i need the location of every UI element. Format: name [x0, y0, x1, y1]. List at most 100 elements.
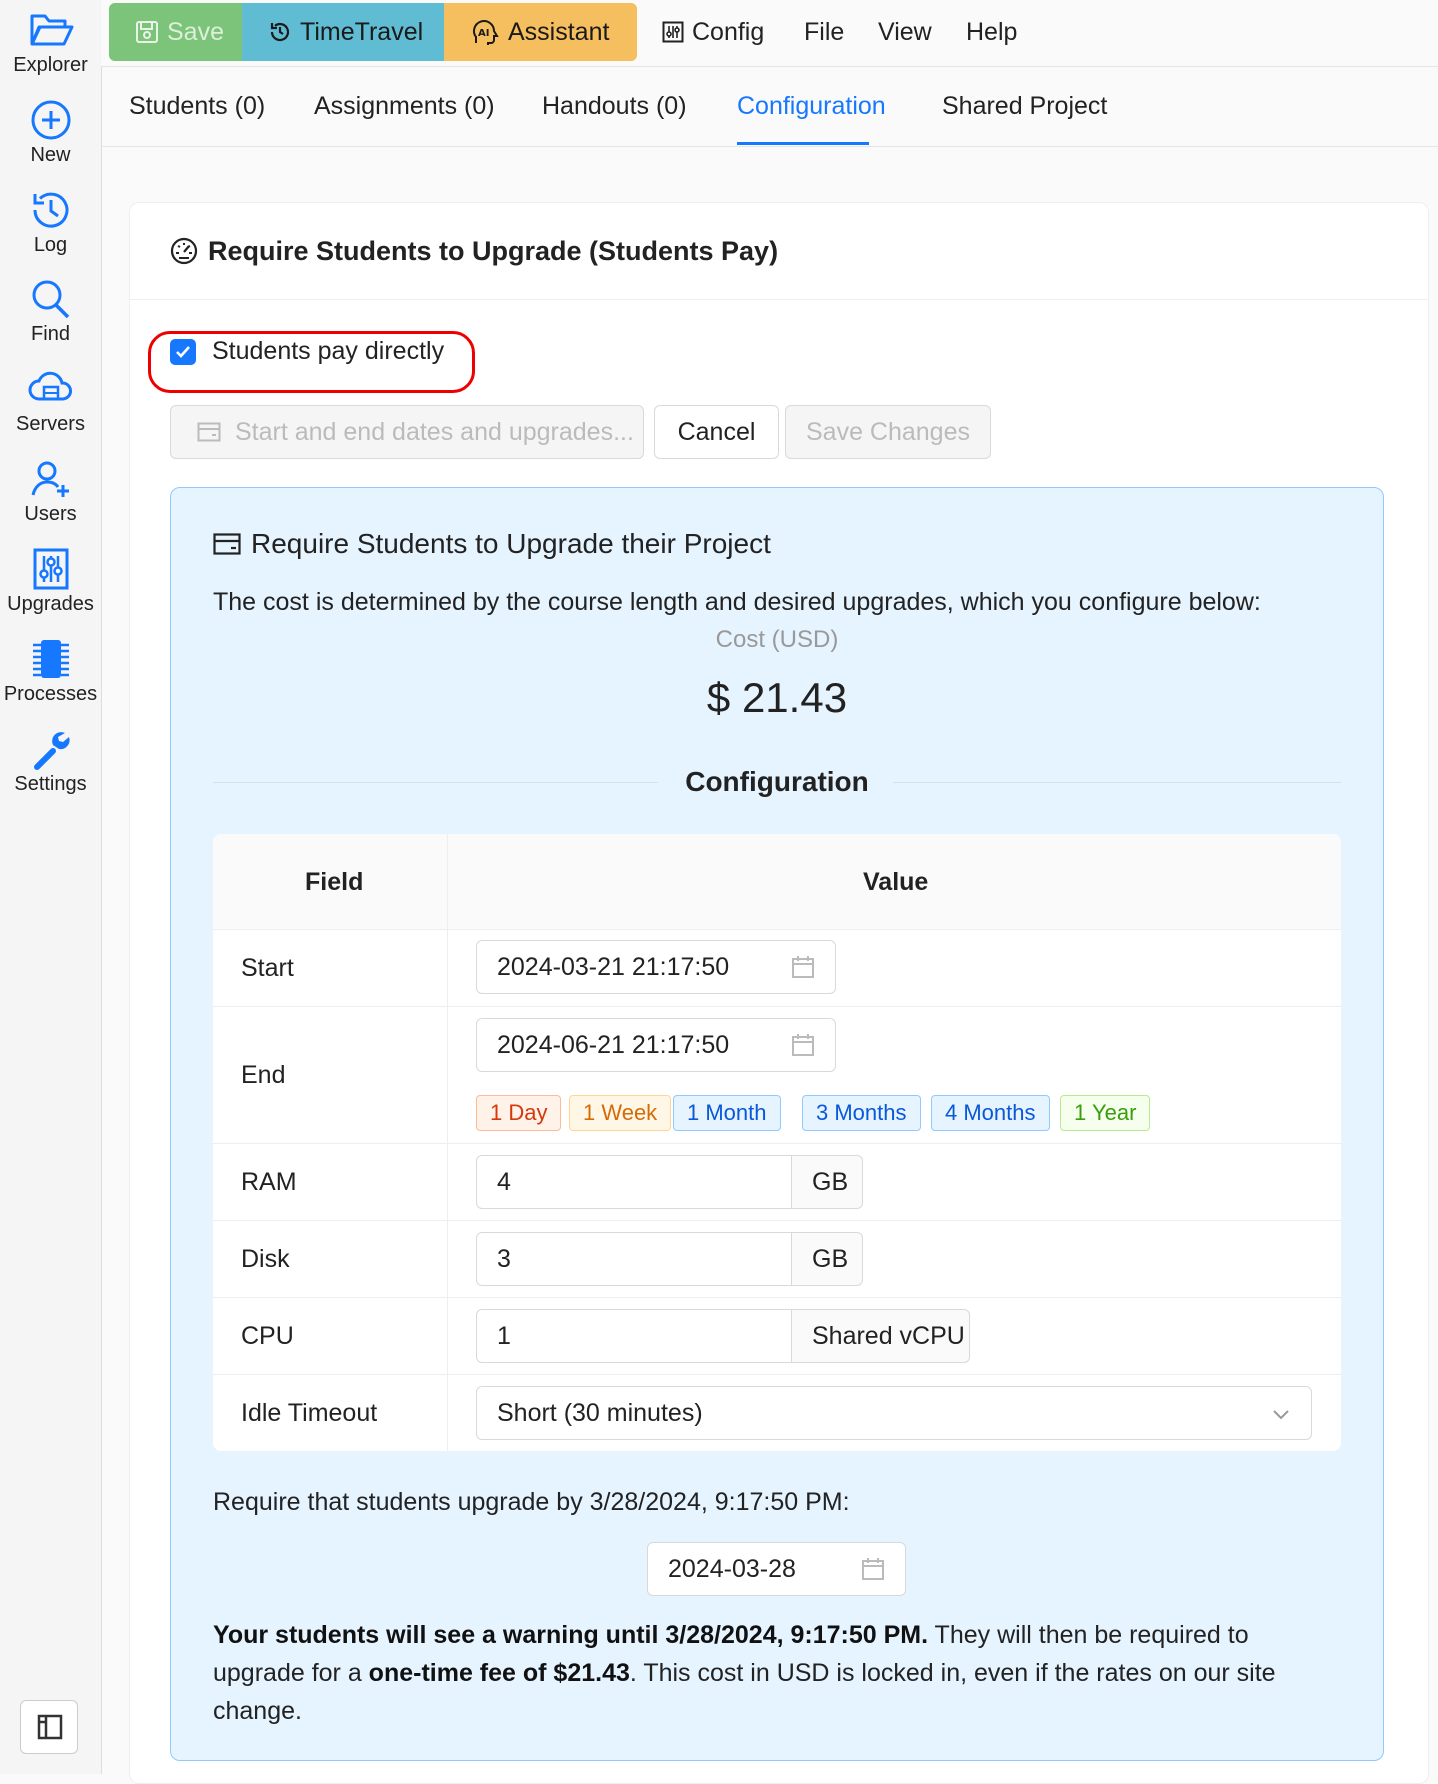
wrench-icon — [27, 727, 75, 771]
panel-description: The cost is determined by the course len… — [213, 588, 1261, 616]
table-row-cpu: CPU 1 Shared vCPU — [213, 1298, 1341, 1375]
config-label: Config — [692, 17, 765, 46]
sidebar-item-users[interactable]: Users — [0, 449, 101, 537]
tab-students[interactable]: Students (0) — [129, 92, 265, 121]
dates-upgrades-label: Start and end dates and upgrades... — [235, 417, 634, 446]
sidebar-label: Users — [24, 503, 77, 525]
students-pay-checkbox[interactable]: Students pay directly — [170, 337, 444, 366]
file-menu[interactable]: File — [804, 3, 844, 61]
cloud-server-icon — [27, 367, 75, 411]
card-title: Require Students to Upgrade (Students Pa… — [208, 235, 779, 266]
ram-unit: GB — [792, 1155, 863, 1209]
cost-label: Cost (USD) — [715, 626, 839, 653]
cpu-label: CPU — [241, 1322, 294, 1350]
disk-input[interactable]: 3 — [476, 1232, 792, 1286]
timetravel-label: TimeTravel — [300, 17, 424, 46]
panel-title: Require Students to Upgrade their Projec… — [251, 528, 771, 559]
sliders-icon — [662, 21, 684, 43]
top-menu-bar: Save TimeTravel AI Assistant Config File… — [101, 0, 1438, 67]
folder-open-icon — [27, 8, 75, 52]
sidebar-label: Explorer — [13, 54, 88, 76]
history-icon — [268, 20, 292, 44]
layout-toggle-icon — [37, 1714, 77, 1740]
plus-circle-icon — [27, 98, 75, 142]
search-icon — [27, 277, 75, 321]
panel-title-row: Require Students to Upgrade their Projec… — [213, 528, 771, 560]
idle-timeout-value: Short (30 minutes) — [497, 1398, 703, 1427]
tab-assignments[interactable]: Assignments (0) — [314, 92, 495, 121]
tab-shared-project[interactable]: Shared Project — [942, 92, 1107, 121]
preset-1-month[interactable]: 1 Month — [673, 1095, 781, 1131]
credit-card-icon — [197, 422, 221, 442]
save-icon — [135, 20, 159, 44]
cpu-unit: Shared vCPU — [792, 1309, 970, 1363]
history-icon — [27, 188, 75, 232]
students-pay-card: Require Students to Upgrade (Students Pa… — [129, 202, 1429, 1784]
sidebar-item-settings[interactable]: Settings — [0, 719, 101, 807]
sidebar-item-find[interactable]: Find — [0, 269, 101, 357]
active-tab-indicator — [737, 142, 869, 145]
cost-value: $ 21.43 — [706, 674, 848, 721]
end-label: End — [241, 1061, 286, 1089]
column-header-field: Field — [305, 868, 364, 896]
save-button[interactable]: Save — [109, 3, 242, 61]
timetravel-button[interactable]: TimeTravel — [242, 3, 444, 61]
view-menu[interactable]: View — [878, 3, 932, 61]
preset-4-months[interactable]: 4 Months — [931, 1095, 1050, 1131]
preset-3-months[interactable]: 3 Months — [802, 1095, 921, 1131]
sidebar-label: Upgrades — [7, 593, 94, 615]
help-menu[interactable]: Help — [966, 3, 1017, 61]
require-upgrade-date-picker[interactable]: 2024-03-28 — [647, 1542, 906, 1596]
require-upgrade-text: Require that students upgrade by 3/28/20… — [213, 1488, 850, 1516]
calendar-icon — [791, 955, 815, 979]
idle-timeout-select[interactable]: Short (30 minutes) — [476, 1386, 1312, 1440]
sidebar-item-upgrades[interactable]: Upgrades — [0, 539, 101, 627]
start-date-picker[interactable]: 2024-03-21 21:17:50 — [476, 940, 836, 994]
sidebar-item-explorer[interactable]: Explorer — [0, 0, 101, 88]
column-header-value: Value — [863, 868, 929, 896]
sliders-icon — [27, 547, 75, 591]
chip-icon — [27, 637, 75, 681]
dates-upgrades-button[interactable]: Start and end dates and upgrades... — [170, 405, 644, 459]
activity-sidebar: Explorer New Log Find Servers Users Upgr… — [0, 0, 102, 1774]
configuration-heading: Configuration — [685, 766, 869, 797]
save-changes-button[interactable]: Save Changes — [785, 405, 991, 459]
preset-1-week[interactable]: 1 Week — [569, 1095, 672, 1131]
users-icon — [27, 457, 75, 501]
preset-1-day[interactable]: 1 Day — [476, 1095, 562, 1131]
preset-1-year[interactable]: 1 Year — [1060, 1095, 1151, 1131]
sidebar-label: Log — [33, 234, 68, 256]
warning-text: Your students will see a warning until 3… — [213, 1616, 1343, 1730]
start-date-value: 2024-03-21 21:17:50 — [497, 952, 730, 981]
help-label: Help — [966, 17, 1018, 46]
ram-label: RAM — [241, 1168, 297, 1196]
table-row-idle-timeout: Idle Timeout Short (30 minutes) — [213, 1375, 1341, 1451]
calendar-icon — [791, 1033, 815, 1057]
sidebar-item-servers[interactable]: Servers — [0, 359, 101, 447]
table-row-ram: RAM 4 GB — [213, 1144, 1341, 1221]
card-header: Require Students to Upgrade (Students Pa… — [130, 203, 1428, 300]
start-label: Start — [241, 954, 294, 982]
ram-input[interactable]: 4 — [476, 1155, 792, 1209]
checkbox-checked-icon — [170, 338, 196, 365]
disk-unit: GB — [792, 1232, 863, 1286]
svg-text:AI: AI — [478, 28, 489, 39]
cpu-input[interactable]: 1 — [476, 1309, 792, 1363]
sidebar-item-new[interactable]: New — [0, 90, 101, 178]
tab-configuration[interactable]: Configuration — [737, 92, 886, 121]
end-date-picker[interactable]: 2024-06-21 21:17:50 — [476, 1018, 836, 1072]
assistant-button[interactable]: AI Assistant — [444, 3, 637, 61]
table-row-start: Start 2024-03-21 21:17:50 — [213, 930, 1341, 1007]
sidebar-label: Settings — [14, 773, 87, 795]
layout-toggle-button[interactable] — [20, 1700, 78, 1754]
sidebar-item-processes[interactable]: Processes — [0, 629, 101, 717]
sidebar-label: Processes — [3, 683, 98, 705]
fee-bold: one-time fee of $21.43 — [368, 1659, 630, 1687]
config-menu[interactable]: Config — [662, 3, 764, 61]
cancel-button[interactable]: Cancel — [654, 405, 779, 459]
tab-handouts[interactable]: Handouts (0) — [542, 92, 687, 121]
file-label: File — [804, 17, 845, 46]
assistant-label: Assistant — [508, 17, 610, 46]
sidebar-item-log[interactable]: Log — [0, 180, 101, 268]
chevron-down-icon — [1271, 1404, 1291, 1424]
